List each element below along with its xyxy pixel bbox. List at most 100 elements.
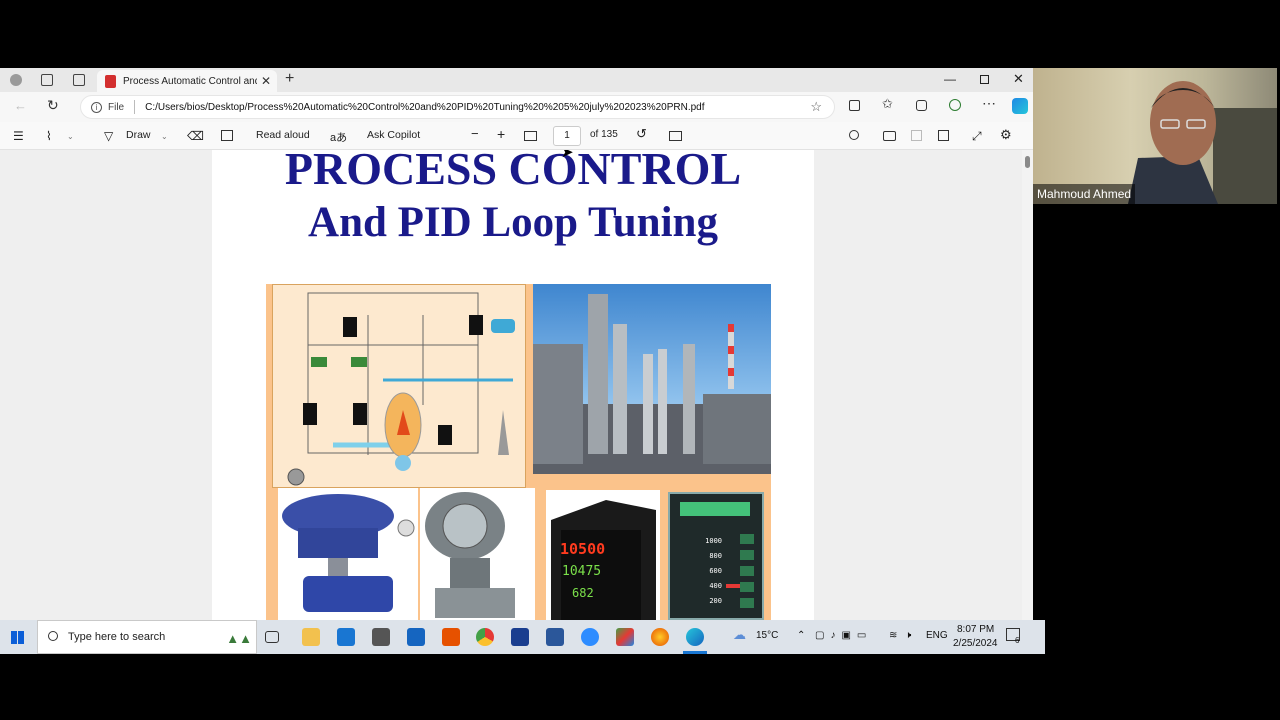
video-call-tile[interactable]: Mahmoud Ahmed <box>1033 68 1277 204</box>
info-icon[interactable]: i <box>91 101 102 113</box>
browser-window: Process Automatic Control and P ✕ + — ✕ … <box>0 68 1033 620</box>
show-hidden-icons-icon[interactable]: ⌃ <box>797 630 805 641</box>
address-url[interactable]: C:/Users/bios/Desktop/Process%20Automati… <box>145 102 800 113</box>
read-aloud-button[interactable]: Read aloud <box>256 129 310 141</box>
rotate-icon[interactable]: ↺ <box>636 126 647 142</box>
file-explorer-icon[interactable] <box>302 628 320 646</box>
settings-gear-icon[interactable]: ⚙ <box>1000 127 1012 143</box>
zoom-icon[interactable] <box>581 628 599 646</box>
bargraph-buttons <box>740 534 754 614</box>
bargraph-scale: 1000 800 600 400 200 <box>700 534 722 609</box>
network-icon[interactable]: ≋ <box>889 630 897 641</box>
highlight-icon[interactable]: ⌇ <box>46 129 52 143</box>
favorite-star-icon[interactable]: ☆ <box>810 99 822 115</box>
copilot-icon[interactable] <box>1012 98 1028 114</box>
word-document-icon[interactable] <box>546 628 564 646</box>
draw-button[interactable]: Draw <box>126 129 151 141</box>
weather-temperature[interactable]: 15°C <box>756 630 778 641</box>
split-screen-icon[interactable] <box>849 100 860 111</box>
word-icon[interactable] <box>511 628 529 646</box>
controller-display-top: 10500 <box>560 540 606 558</box>
search-magnifier-icon <box>48 631 58 641</box>
pdf-page: PROCESS CONTROL And PID Loop Tuning 1050… <box>212 150 814 620</box>
restore-icon[interactable] <box>980 75 989 84</box>
tab-active-pdf[interactable]: Process Automatic Control and P ✕ <box>97 70 277 92</box>
pid-controller-photo: 10500 10475 682 <box>546 490 660 620</box>
taskbar-search-box[interactable]: Type here to search ▲▲ <box>37 620 257 654</box>
ask-copilot-button[interactable]: Ask Copilot <box>367 129 420 141</box>
camera-icon[interactable] <box>372 628 390 646</box>
edge-icon[interactable] <box>686 628 704 646</box>
input-language[interactable]: ENG <box>926 630 948 641</box>
fullscreen-icon[interactable]: ⤢ <box>972 129 982 144</box>
mouse-cursor-icon: ➤ <box>561 150 574 161</box>
mail-icon[interactable] <box>337 628 355 646</box>
pressure-transmitter-photo <box>420 488 535 620</box>
erase-icon[interactable]: ⌫ <box>187 129 204 143</box>
clock-time[interactable]: 8:07 PM <box>957 624 994 635</box>
save-icon[interactable] <box>911 130 922 141</box>
scrollbar-thumb[interactable] <box>1025 156 1030 168</box>
fit-page-icon[interactable] <box>524 131 537 141</box>
draw-chevron-down-icon[interactable]: ⌄ <box>161 132 168 141</box>
windows-start-icon[interactable] <box>11 631 24 644</box>
clock-date[interactable]: 2/25/2024 <box>953 638 998 649</box>
tab-bar: Process Automatic Control and P ✕ + — ✕ <box>0 68 1033 92</box>
scale-tick: 600 <box>709 567 722 575</box>
page-view-icon[interactable] <box>669 131 682 141</box>
tab-actions-icon[interactable] <box>73 74 85 86</box>
workspaces-icon[interactable] <box>41 74 53 86</box>
search-placeholder: Type here to search <box>68 631 166 643</box>
page-title-line-2: And PID Loop Tuning <box>308 199 718 246</box>
favorites-icon[interactable]: ✩ <box>882 96 893 112</box>
more-options-icon[interactable]: ⋯ <box>982 95 996 112</box>
media-player-icon[interactable] <box>407 628 425 646</box>
boiler-control-diagram-image <box>272 284 526 488</box>
address-separator <box>134 100 136 114</box>
volume-icon[interactable]: 🕨 <box>905 630 911 641</box>
page-title-line-1: PROCESS CONTROL <box>284 150 742 194</box>
close-window-icon[interactable]: ✕ <box>1013 71 1024 87</box>
contents-icon[interactable]: ☰ <box>13 129 24 143</box>
firefox-icon[interactable] <box>651 628 669 646</box>
pdf-toolbar: ☰ ⌇ ⌄ ▽ Draw ⌄ ⌫ Read aloud aあ Ask Copil… <box>0 122 1033 150</box>
scale-tick: 200 <box>709 597 722 605</box>
bargraph-bar <box>726 584 740 588</box>
profile-icon[interactable] <box>10 74 22 86</box>
chrome-icon[interactable] <box>476 628 494 646</box>
tab-title: Process Automatic Control and P <box>123 75 257 87</box>
new-tab-icon[interactable]: + <box>285 70 294 88</box>
save-as-icon[interactable] <box>938 130 949 141</box>
participant-name-label: Mahmoud Ahmed <box>1033 184 1136 204</box>
pdf-viewer[interactable]: PROCESS CONTROL And PID Loop Tuning 1050… <box>0 150 1033 620</box>
address-prefix: File <box>108 101 125 113</box>
search-icon[interactable] <box>849 130 859 140</box>
refinery-photo <box>533 284 771 474</box>
pdf-file-icon <box>105 74 116 88</box>
page-number-input[interactable]: 1 <box>553 126 581 146</box>
paint-icon[interactable] <box>616 628 634 646</box>
weather-icon[interactable]: ☁ <box>733 627 746 643</box>
collections-icon[interactable] <box>916 100 927 111</box>
scale-tick: 400 <box>709 582 722 590</box>
back-icon[interactable]: ← <box>14 98 27 113</box>
close-tab-icon[interactable]: ✕ <box>261 74 271 88</box>
text-icon[interactable] <box>221 130 233 141</box>
translate-icon[interactable]: aあ <box>330 129 347 145</box>
powerpoint-pdf-icon[interactable] <box>442 628 460 646</box>
zoom-in-icon[interactable]: + <box>497 126 505 142</box>
address-bar[interactable]: i File C:/Users/bios/Desktop/Process%20A… <box>80 95 835 119</box>
tray-app-icons[interactable]: ▢♪▣▭ <box>815 630 872 641</box>
extensions-icon[interactable] <box>949 99 961 111</box>
control-valve-photo <box>278 488 418 620</box>
controller-display-mid: 10475 <box>562 564 602 579</box>
print-icon[interactable] <box>883 131 896 141</box>
highlight-chevron-down-icon[interactable]: ⌄ <box>67 132 74 141</box>
task-view-icon[interactable] <box>265 631 279 643</box>
draw-icon[interactable]: ▽ <box>104 129 113 143</box>
bargraph-display <box>680 502 750 516</box>
zoom-out-icon[interactable]: − <box>471 126 479 141</box>
minimize-icon[interactable]: — <box>944 72 956 86</box>
refresh-icon[interactable]: ↻ <box>47 97 59 114</box>
vertical-scrollbar[interactable] <box>1022 150 1033 620</box>
